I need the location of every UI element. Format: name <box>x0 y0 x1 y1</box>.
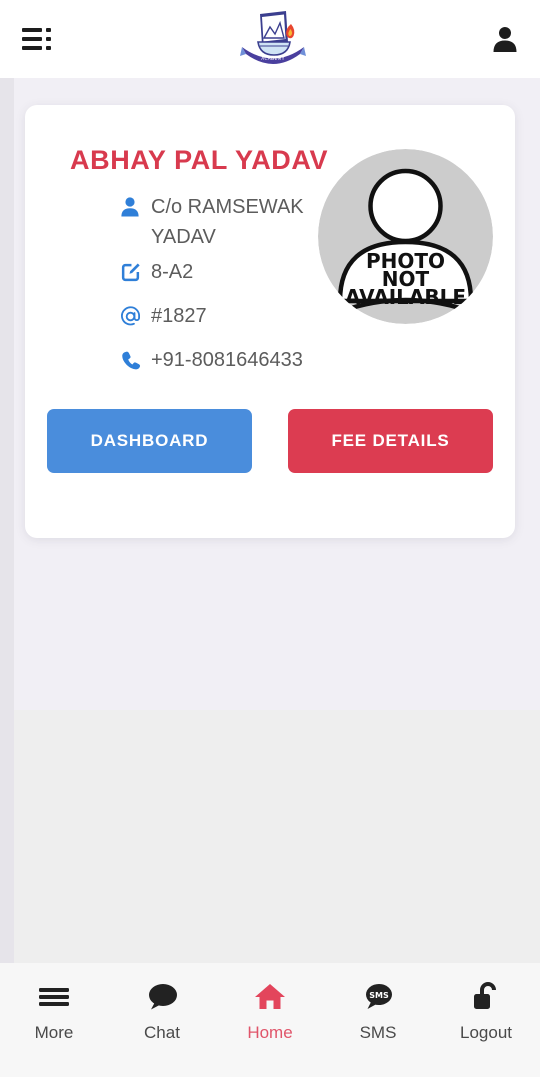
dashboard-button[interactable]: DASHBOARD <box>47 409 252 473</box>
sms-bubble-icon: SMS <box>358 980 398 1014</box>
edit-square-icon <box>119 260 141 284</box>
chat-bubble-icon <box>142 980 182 1014</box>
nav-label-sms: SMS <box>359 1023 397 1042</box>
phone-icon <box>119 348 141 372</box>
nav-label-chat: Chat <box>144 1023 180 1042</box>
class-section: 8-A2 <box>151 261 194 283</box>
top-app-bar: ACADEMY <box>0 0 540 78</box>
person-icon <box>119 195 141 219</box>
nav-label-logout: Logout <box>460 1023 512 1042</box>
svg-text:ACADEMY: ACADEMY <box>261 56 284 61</box>
guardian-name: C/o RAMSEWAK YADAV <box>151 196 304 248</box>
at-sign-icon <box>119 304 141 328</box>
nav-item-more[interactable]: More <box>0 980 108 1058</box>
nav-label-more: More <box>34 1023 74 1042</box>
phone-number: +91-8081646433 <box>151 349 303 371</box>
student-id: #1827 <box>151 305 207 327</box>
hamburger-icon <box>34 980 74 1014</box>
nav-item-sms[interactable]: SMS SMS <box>324 980 432 1058</box>
fee-details-button[interactable]: FEE DETAILS <box>288 409 493 473</box>
bottom-navigation-bar: More Chat Home SMS SMS Logout <box>0 963 540 1077</box>
home-icon <box>250 980 290 1014</box>
menu-dots-icon[interactable] <box>22 25 54 53</box>
nav-item-home[interactable]: Home <box>216 980 324 1058</box>
nav-label-home: Home <box>247 1023 293 1042</box>
account-person-icon[interactable] <box>492 24 518 54</box>
school-crest-logo: ACADEMY <box>236 8 310 70</box>
student-profile-card: ABHAY PAL YADAV C/o RAMSEWAK YADAV 8-A2 <box>25 105 515 538</box>
unlock-padlock-icon <box>466 980 506 1014</box>
card-action-buttons: DASHBOARD FEE DETAILS <box>47 409 493 473</box>
page-background-lower <box>0 710 540 963</box>
avatar-text-line3: AVAILABLE <box>345 285 466 309</box>
nav-item-chat[interactable]: Chat <box>108 980 216 1058</box>
svg-text:SMS: SMS <box>369 991 389 1000</box>
photo-not-available-avatar: PHOTO NOT AVAILABLE <box>318 149 493 324</box>
page-background-left-edge <box>0 78 14 963</box>
detail-row-phone: +91-8081646433 <box>119 345 491 384</box>
nav-item-logout[interactable]: Logout <box>432 980 540 1058</box>
